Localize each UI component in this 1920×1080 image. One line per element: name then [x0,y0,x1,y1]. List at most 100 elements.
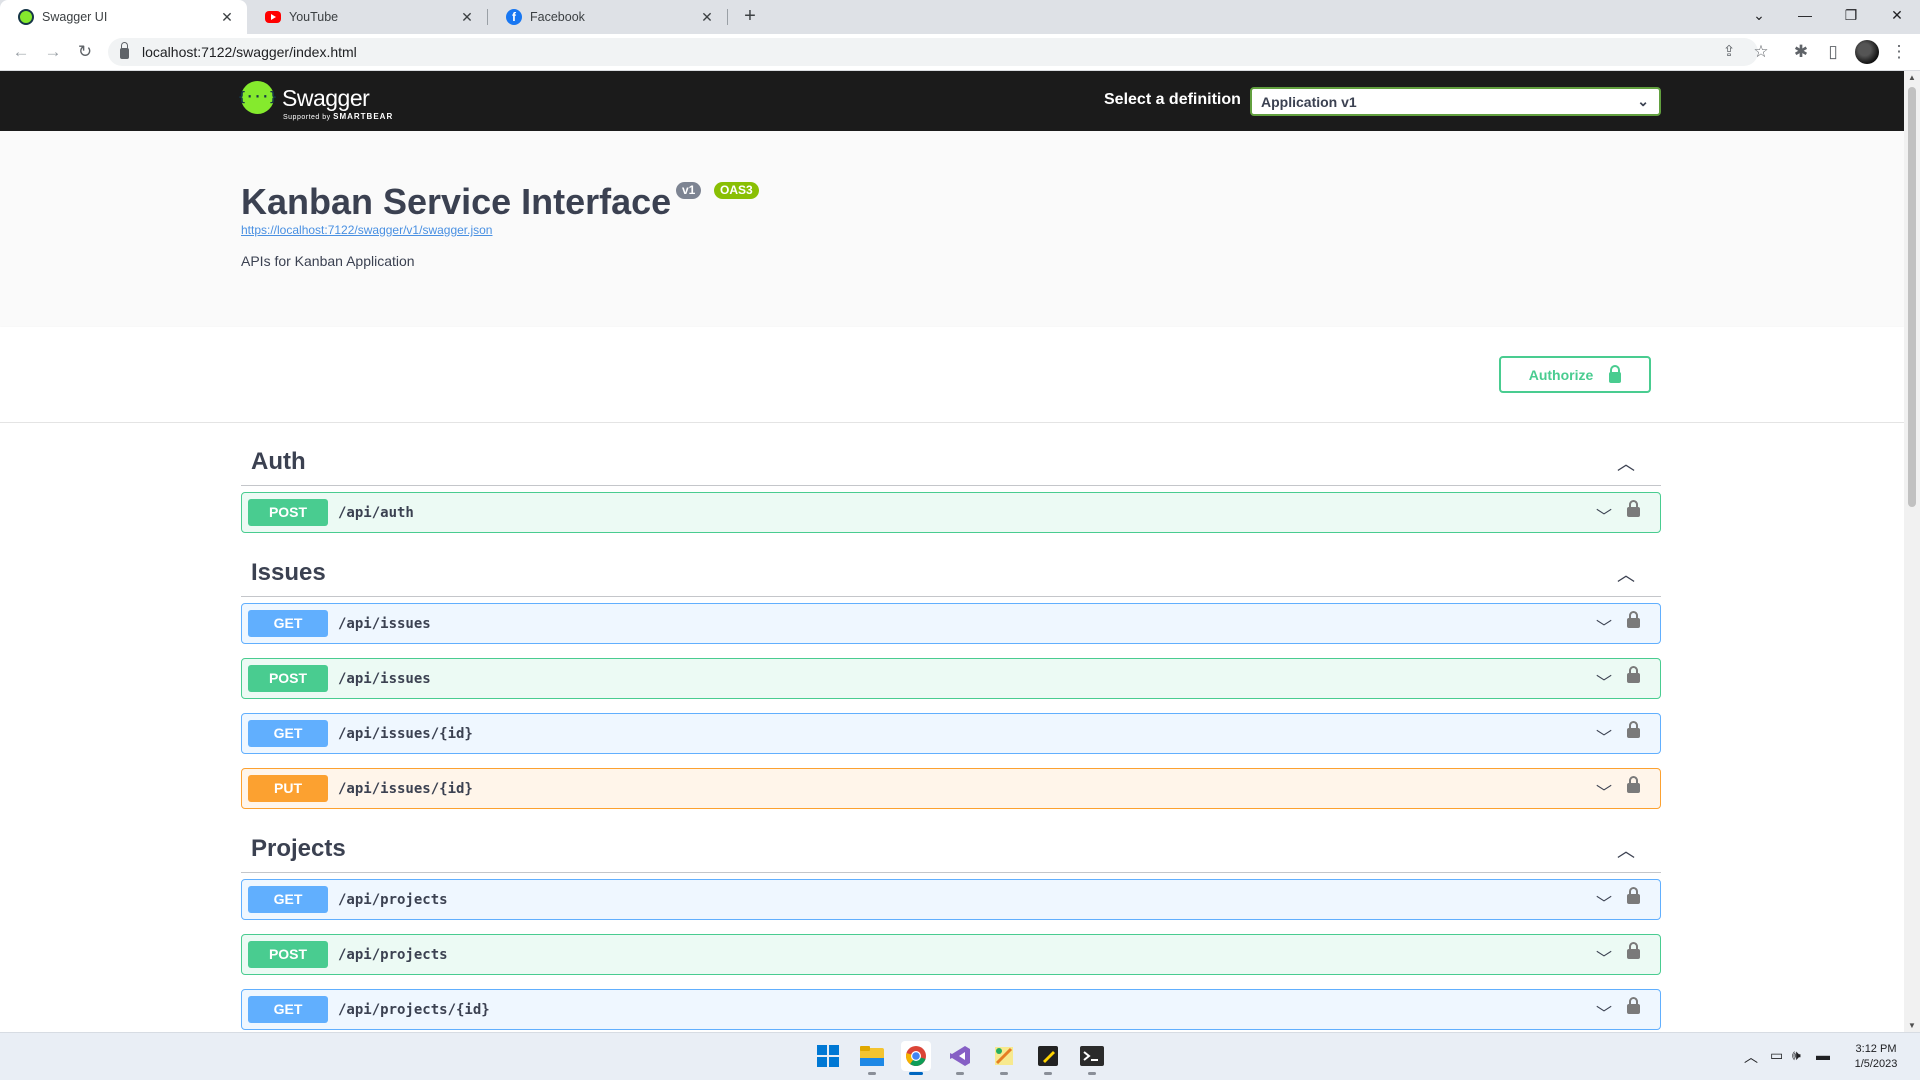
operation-get-api-issues-id[interactable]: GET /api/issues/{id} ﹀ [241,713,1661,754]
operation-path: /api/projects/{id} [338,1002,490,1018]
method-badge: GET [248,886,328,913]
scroll-up-arrow-icon[interactable]: ▲ [1907,73,1917,82]
terminal-icon[interactable] [1077,1041,1107,1075]
share-icon[interactable]: ⇪ [1716,39,1742,65]
show-hidden-icons-chevron-icon[interactable]: ︿ [1744,1047,1758,1067]
lock-icon[interactable] [1627,666,1640,683]
network-icon[interactable]: ▭ [1770,1047,1783,1064]
chevron-down-icon[interactable]: ﹀ [1596,945,1612,969]
address-bar[interactable]: localhost:7122/swagger/index.html [108,38,1758,66]
chevron-down-icon[interactable]: ﹀ [1596,1000,1612,1024]
chevron-up-icon[interactable]: ︿ [1617,561,1635,587]
sticky-notes-icon[interactable] [1033,1041,1063,1075]
chevron-down-icon[interactable]: ﹀ [1596,669,1612,693]
method-badge: PUT [248,775,328,802]
lock-icon[interactable] [1627,997,1640,1014]
back-arrow-icon[interactable]: ← [8,39,34,65]
chevron-down-icon[interactable]: ﹀ [1596,503,1612,527]
operation-post-api-issues[interactable]: POST /api/issues ﹀ [241,658,1661,699]
volume-icon[interactable]: 🕪 [1792,1047,1801,1064]
definition-selected-value: Application v1 [1261,94,1357,110]
tab-search-icon[interactable]: ⌄ [1736,0,1782,30]
lock-icon[interactable] [1627,942,1640,959]
operation-path: /api/projects [338,947,448,963]
chevron-down-icon[interactable]: ﹀ [1596,614,1612,638]
minimize-button[interactable]: — [1782,0,1828,30]
chrome-icon[interactable] [901,1041,931,1075]
scheme-container: Authorize [0,327,1904,423]
operation-path: /api/projects [338,892,448,908]
page-scrollbar[interactable]: ▲ ▼ [1904,71,1920,1032]
browser-menu-icon[interactable]: ⋮ [1886,39,1912,65]
visual-studio-icon[interactable] [945,1041,975,1075]
operation-path: /api/issues [338,616,431,632]
operation-post-api-auth[interactable]: POST /api/auth ﹀ [241,492,1661,533]
chevron-down-icon[interactable]: ﹀ [1596,890,1612,914]
profile-avatar[interactable] [1855,40,1879,64]
swagger-logo-icon: {···} [238,81,277,114]
chevron-down-icon[interactable]: ﹀ [1596,779,1612,803]
definition-select[interactable]: Application v1 ⌄ [1250,87,1661,116]
definition-label: Select a definition [1104,91,1241,108]
version-badge: v1 [676,182,702,199]
operation-post-api-projects[interactable]: POST /api/projects ﹀ [241,934,1661,975]
tag-header-projects[interactable]: Projects ︿ [241,817,1661,873]
swagger-logo[interactable]: {···} Swagger Supported by SMARTBEAR [238,81,392,121]
operation-get-api-projects-id[interactable]: GET /api/projects/{id} ﹀ [241,989,1661,1030]
smartbear-tagline: Supported by SMARTBEAR [283,112,393,121]
reload-icon[interactable]: ↻ [72,39,98,65]
tab-youtube[interactable]: YouTube ✕ [247,0,487,34]
tab-title: YouTube [289,10,339,24]
close-tab-icon[interactable]: ✕ [219,9,235,26]
method-badge: GET [248,996,328,1023]
close-window-button[interactable]: ✕ [1874,0,1920,30]
system-clock[interactable]: 3:12 PM 1/5/2023 [1846,1042,1906,1072]
method-badge: POST [248,941,328,968]
swagger-favicon-icon [18,9,34,25]
chevron-down-icon[interactable]: ﹀ [1596,724,1612,748]
sketch-app-icon[interactable] [989,1041,1019,1075]
lock-icon[interactable] [1627,887,1640,904]
lock-icon[interactable] [1627,500,1640,517]
lock-icon[interactable] [1627,776,1640,793]
bookmark-star-icon[interactable]: ☆ [1748,39,1774,65]
close-tab-icon[interactable]: ✕ [699,9,715,26]
tag-name: Projects [251,835,346,862]
tagline-supported-by: Supported by [283,114,331,121]
tab-swagger-ui[interactable]: Swagger UI ✕ [0,0,247,34]
authorize-label: Authorize [1528,366,1594,383]
extensions-puzzle-icon[interactable]: ✱ [1788,39,1814,65]
new-tab-button[interactable]: + [738,5,762,29]
authorize-button[interactable]: Authorize [1499,356,1651,393]
operation-get-api-issues[interactable]: GET /api/issues ﹀ [241,603,1661,644]
tab-facebook[interactable]: f Facebook ✕ [488,0,727,34]
swagger-page: {···} Swagger Supported by SMARTBEAR Sel… [0,71,1904,1032]
tag-name: Issues [251,559,326,586]
file-explorer-icon[interactable] [857,1041,887,1075]
close-tab-icon[interactable]: ✕ [459,9,475,26]
operation-path: /api/issues/{id} [338,781,473,797]
lock-icon[interactable] [1627,611,1640,628]
tag-name: Auth [251,448,306,475]
lock-icon[interactable] [1627,721,1640,738]
operation-get-api-projects[interactable]: GET /api/projects ﹀ [241,879,1661,920]
tab-title: Facebook [530,10,585,24]
windows-taskbar: ︿ ▭ 🕪 ▬ 3:12 PM 1/5/2023 [0,1032,1920,1080]
battery-icon[interactable]: ▬ [1816,1047,1830,1063]
operation-put-api-issues-id[interactable]: PUT /api/issues/{id} ﹀ [241,768,1661,809]
tag-header-auth[interactable]: Auth ︿ [241,430,1661,486]
start-icon[interactable] [813,1041,843,1071]
spec-json-link[interactable]: https://localhost:7122/swagger/v1/swagge… [241,223,492,237]
chevron-up-icon[interactable]: ︿ [1617,450,1635,476]
tag-header-issues[interactable]: Issues ︿ [241,541,1661,597]
scroll-down-arrow-icon[interactable]: ▼ [1907,1021,1917,1030]
chevron-up-icon[interactable]: ︿ [1617,837,1635,863]
browser-toolbar: ← → ↻ localhost:7122/swagger/index.html … [0,34,1920,71]
scrollbar-thumb[interactable] [1908,87,1916,507]
oas-badge: OAS3 [714,182,759,199]
method-badge: POST [248,499,328,526]
operation-path: /api/issues [338,671,431,687]
side-panel-icon[interactable]: ▯ [1820,39,1846,65]
restore-button[interactable]: ❐ [1828,0,1874,30]
forward-arrow-icon[interactable]: → [40,39,66,65]
